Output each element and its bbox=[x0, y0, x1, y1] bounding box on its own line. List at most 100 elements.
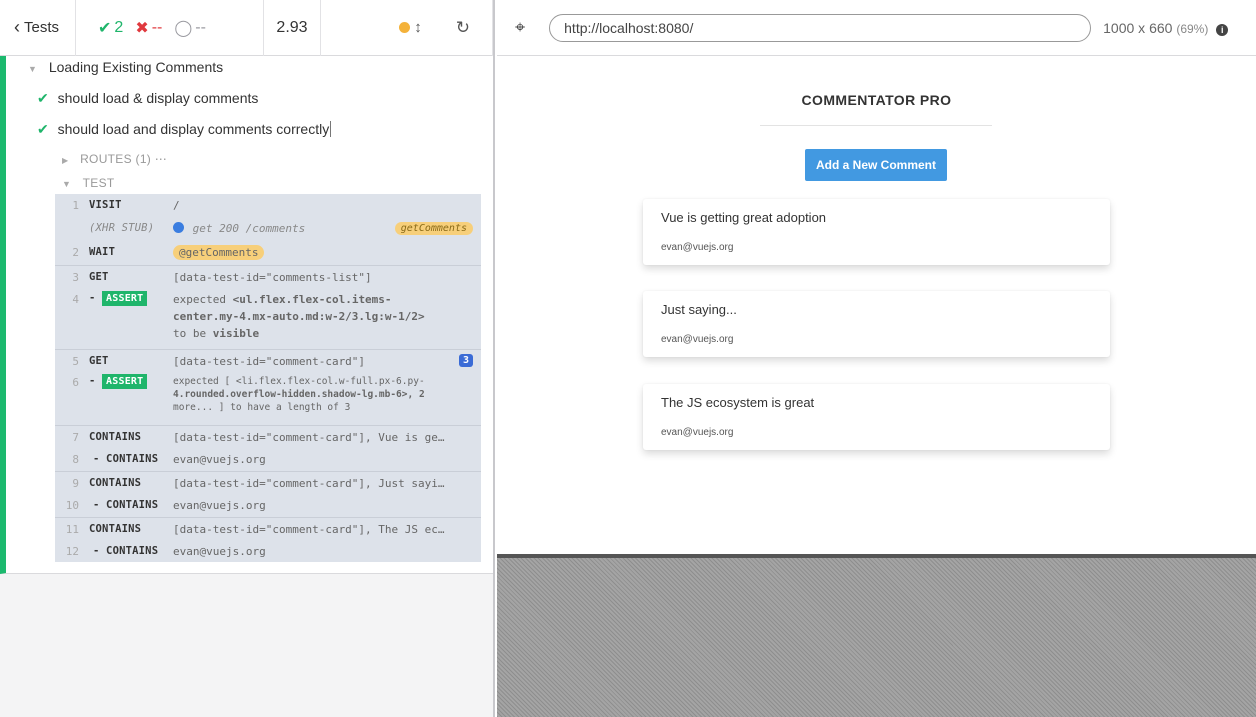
pending-stat[interactable]: ◯ -- bbox=[174, 18, 206, 38]
command-message: evan@vuejs.org bbox=[173, 453, 266, 466]
comment-author: evan@vuejs.org bbox=[661, 334, 734, 345]
command-row[interactable]: 1 VISIT / bbox=[55, 196, 481, 216]
reporter-header: ‹ Tests ✔ 2 ✖ -- ◯ -- 2.93 ↕ ↻ bbox=[0, 0, 493, 56]
command-name: - CONTAINS bbox=[93, 499, 159, 511]
command-row[interactable]: 6 - ASSERT expected [ <li.flex.flex-col.… bbox=[55, 371, 481, 423]
xhr-status: 200 bbox=[219, 222, 239, 235]
command-name: - ASSERT bbox=[89, 291, 148, 306]
command-name: GET bbox=[89, 271, 109, 283]
reporter-panel: ‹ Tests ✔ 2 ✖ -- ◯ -- 2.93 ↕ ↻ ▼ Loading… bbox=[0, 0, 495, 717]
url-field[interactable]: http://localhost:8080/ bbox=[549, 13, 1092, 42]
failed-stat[interactable]: ✖ -- bbox=[135, 18, 162, 38]
command-message: get 200 /comments bbox=[173, 222, 305, 235]
suite-title: Loading Existing Comments bbox=[48, 59, 224, 75]
command-row[interactable]: 2 WAIT @getComments bbox=[55, 242, 481, 264]
command-row[interactable]: 10 - CONTAINS evan@vuejs.org bbox=[55, 494, 481, 516]
comment-card: Vue is getting great adoption evan@vuejs… bbox=[643, 199, 1110, 265]
command-row[interactable]: 8 - CONTAINS evan@vuejs.org bbox=[55, 448, 481, 470]
command-name: VISIT bbox=[89, 199, 122, 211]
failed-count: -- bbox=[151, 18, 163, 36]
add-comment-button[interactable]: Add a New Comment bbox=[805, 149, 947, 181]
comment-author: evan@vuejs.org bbox=[661, 427, 734, 438]
triangle-down-icon: ▼ bbox=[28, 64, 37, 74]
command-message: expected [ <li.flex.flex-col.w-full.px-6… bbox=[173, 376, 425, 387]
command-message: [data-test-id="comments-list"] bbox=[173, 271, 372, 284]
reload-icon[interactable]: ↻ bbox=[456, 18, 470, 38]
command-number: 9 bbox=[72, 477, 79, 490]
test-row[interactable]: ✔ should load & display comments bbox=[37, 90, 258, 107]
dot-icon bbox=[173, 222, 184, 233]
assert-value: visible bbox=[212, 327, 260, 340]
element-count-badge: 3 bbox=[458, 354, 473, 367]
comment-text: Vue is getting great adoption bbox=[661, 210, 827, 225]
command-row[interactable]: 4 - ASSERT expected <ul.flex.flex-col.it… bbox=[55, 288, 481, 348]
test-title: should load & display comments bbox=[57, 90, 259, 106]
run-controls: ↕ ↻ bbox=[321, 0, 493, 56]
stats-group: ✔ 2 ✖ -- ◯ -- bbox=[76, 0, 264, 56]
suite-runnable: ▼ Loading Existing Comments ✔ should loa… bbox=[0, 56, 493, 574]
command-message: [data-test-id="comment-card"], Just sayi… bbox=[173, 477, 445, 490]
viewport-size: 1000 x 660 bbox=[1103, 19, 1173, 36]
command-row[interactable]: 9 CONTAINS [data-test-id="comment-card"]… bbox=[55, 471, 481, 493]
command-message: evan@vuejs.org bbox=[173, 545, 266, 558]
test-label: TEST bbox=[82, 176, 115, 190]
tests-label: Tests bbox=[24, 19, 60, 36]
command-name: - ASSERT bbox=[89, 374, 148, 389]
command-message: [data-test-id="comment-card"], The JS ec… bbox=[173, 523, 445, 536]
command-number: 10 bbox=[65, 499, 79, 512]
command-number: 6 bbox=[72, 376, 79, 389]
assert-element: <ul.flex.flex-col.items- bbox=[232, 293, 392, 306]
command-name: - CONTAINS bbox=[93, 545, 159, 557]
command-number: 12 bbox=[65, 545, 79, 558]
command-row[interactable]: 12 - CONTAINS evan@vuejs.org bbox=[55, 540, 481, 562]
check-icon: ✔ bbox=[37, 90, 49, 106]
assert-badge: ASSERT bbox=[102, 374, 148, 389]
test-toggle[interactable]: ▼ TEST bbox=[62, 176, 115, 190]
check-icon: ✔ bbox=[37, 121, 49, 137]
assert-text: expected bbox=[173, 293, 226, 306]
command-name: CONTAINS bbox=[89, 523, 142, 535]
command-message: evan@vuejs.org bbox=[173, 499, 266, 512]
x-icon: ✖ bbox=[135, 19, 149, 37]
command-row[interactable]: 7 CONTAINS [data-test-id="comment-card"]… bbox=[55, 425, 481, 447]
command-message: [data-test-id="comment-card"] bbox=[173, 355, 366, 368]
routes-toggle[interactable]: ▶ ROUTES (1) ⋯ bbox=[62, 152, 167, 166]
command-row[interactable]: 3 GET [data-test-id="comments-list"] bbox=[55, 265, 481, 287]
command-message: 4.rounded.overflow-hidden.shadow-lg.mb-6… bbox=[173, 389, 425, 400]
command-row[interactable]: 11 CONTAINS [data-test-id="comment-card"… bbox=[55, 517, 481, 539]
command-name: (XHR STUB) bbox=[89, 222, 155, 234]
triangle-down-icon: ▼ bbox=[62, 179, 72, 189]
aut-header: ⌖ http://localhost:8080/ 1000 x 660 (69%… bbox=[497, 0, 1256, 56]
xhr-method: get bbox=[192, 222, 213, 235]
command-name: WAIT bbox=[89, 246, 116, 258]
command-number: 1 bbox=[72, 199, 79, 212]
info-icon: i bbox=[1216, 23, 1229, 36]
crosshair-icon[interactable]: ⌖ bbox=[515, 17, 525, 38]
assert-badge: ASSERT bbox=[102, 291, 148, 306]
tests-button[interactable]: ‹ Tests bbox=[0, 0, 76, 56]
command-row[interactable]: (XHR STUB) get 200 /comments getComments bbox=[55, 218, 481, 240]
chevron-left-icon: ‹ bbox=[14, 17, 20, 37]
alias-badge: getComments bbox=[394, 222, 473, 235]
command-log: 1 VISIT / (XHR STUB) get 200 /comments g… bbox=[55, 194, 481, 562]
viewport-scale: (69%) bbox=[1176, 21, 1209, 36]
app-frame: COMMENTATOR PRO Add a New Comment Vue is… bbox=[497, 56, 1256, 554]
comment-card: Just saying... evan@vuejs.org bbox=[643, 291, 1110, 357]
command-message: center.my-4.mx-auto.md:w-2/3.lg:w-1/2> bbox=[173, 310, 425, 323]
viewport-background bbox=[497, 554, 1256, 717]
command-number: 5 bbox=[72, 355, 79, 368]
test-row[interactable]: ✔ should load and display comments corre… bbox=[37, 121, 332, 138]
command-number: 2 bbox=[72, 246, 79, 259]
ellipsis-icon: ⋯ bbox=[154, 152, 168, 166]
dot-icon bbox=[399, 22, 411, 33]
command-row[interactable]: 5 GET [data-test-id="comment-card"] 3 bbox=[55, 349, 481, 371]
comment-text: Just saying... bbox=[661, 302, 737, 317]
passed-stat[interactable]: ✔ 2 bbox=[98, 18, 123, 38]
app-title: COMMENTATOR PRO bbox=[801, 92, 952, 108]
suite-title-row[interactable]: ▼ Loading Existing Comments bbox=[28, 59, 223, 75]
command-message: more... ] to have a length of 3 bbox=[173, 402, 351, 413]
url-text: http://localhost:8080/ bbox=[564, 19, 694, 36]
viewport-info[interactable]: 1000 x 660 (69%) i bbox=[1103, 19, 1229, 36]
comment-author: evan@vuejs.org bbox=[661, 242, 734, 253]
vertical-arrows-icon[interactable]: ↕ bbox=[414, 19, 422, 36]
